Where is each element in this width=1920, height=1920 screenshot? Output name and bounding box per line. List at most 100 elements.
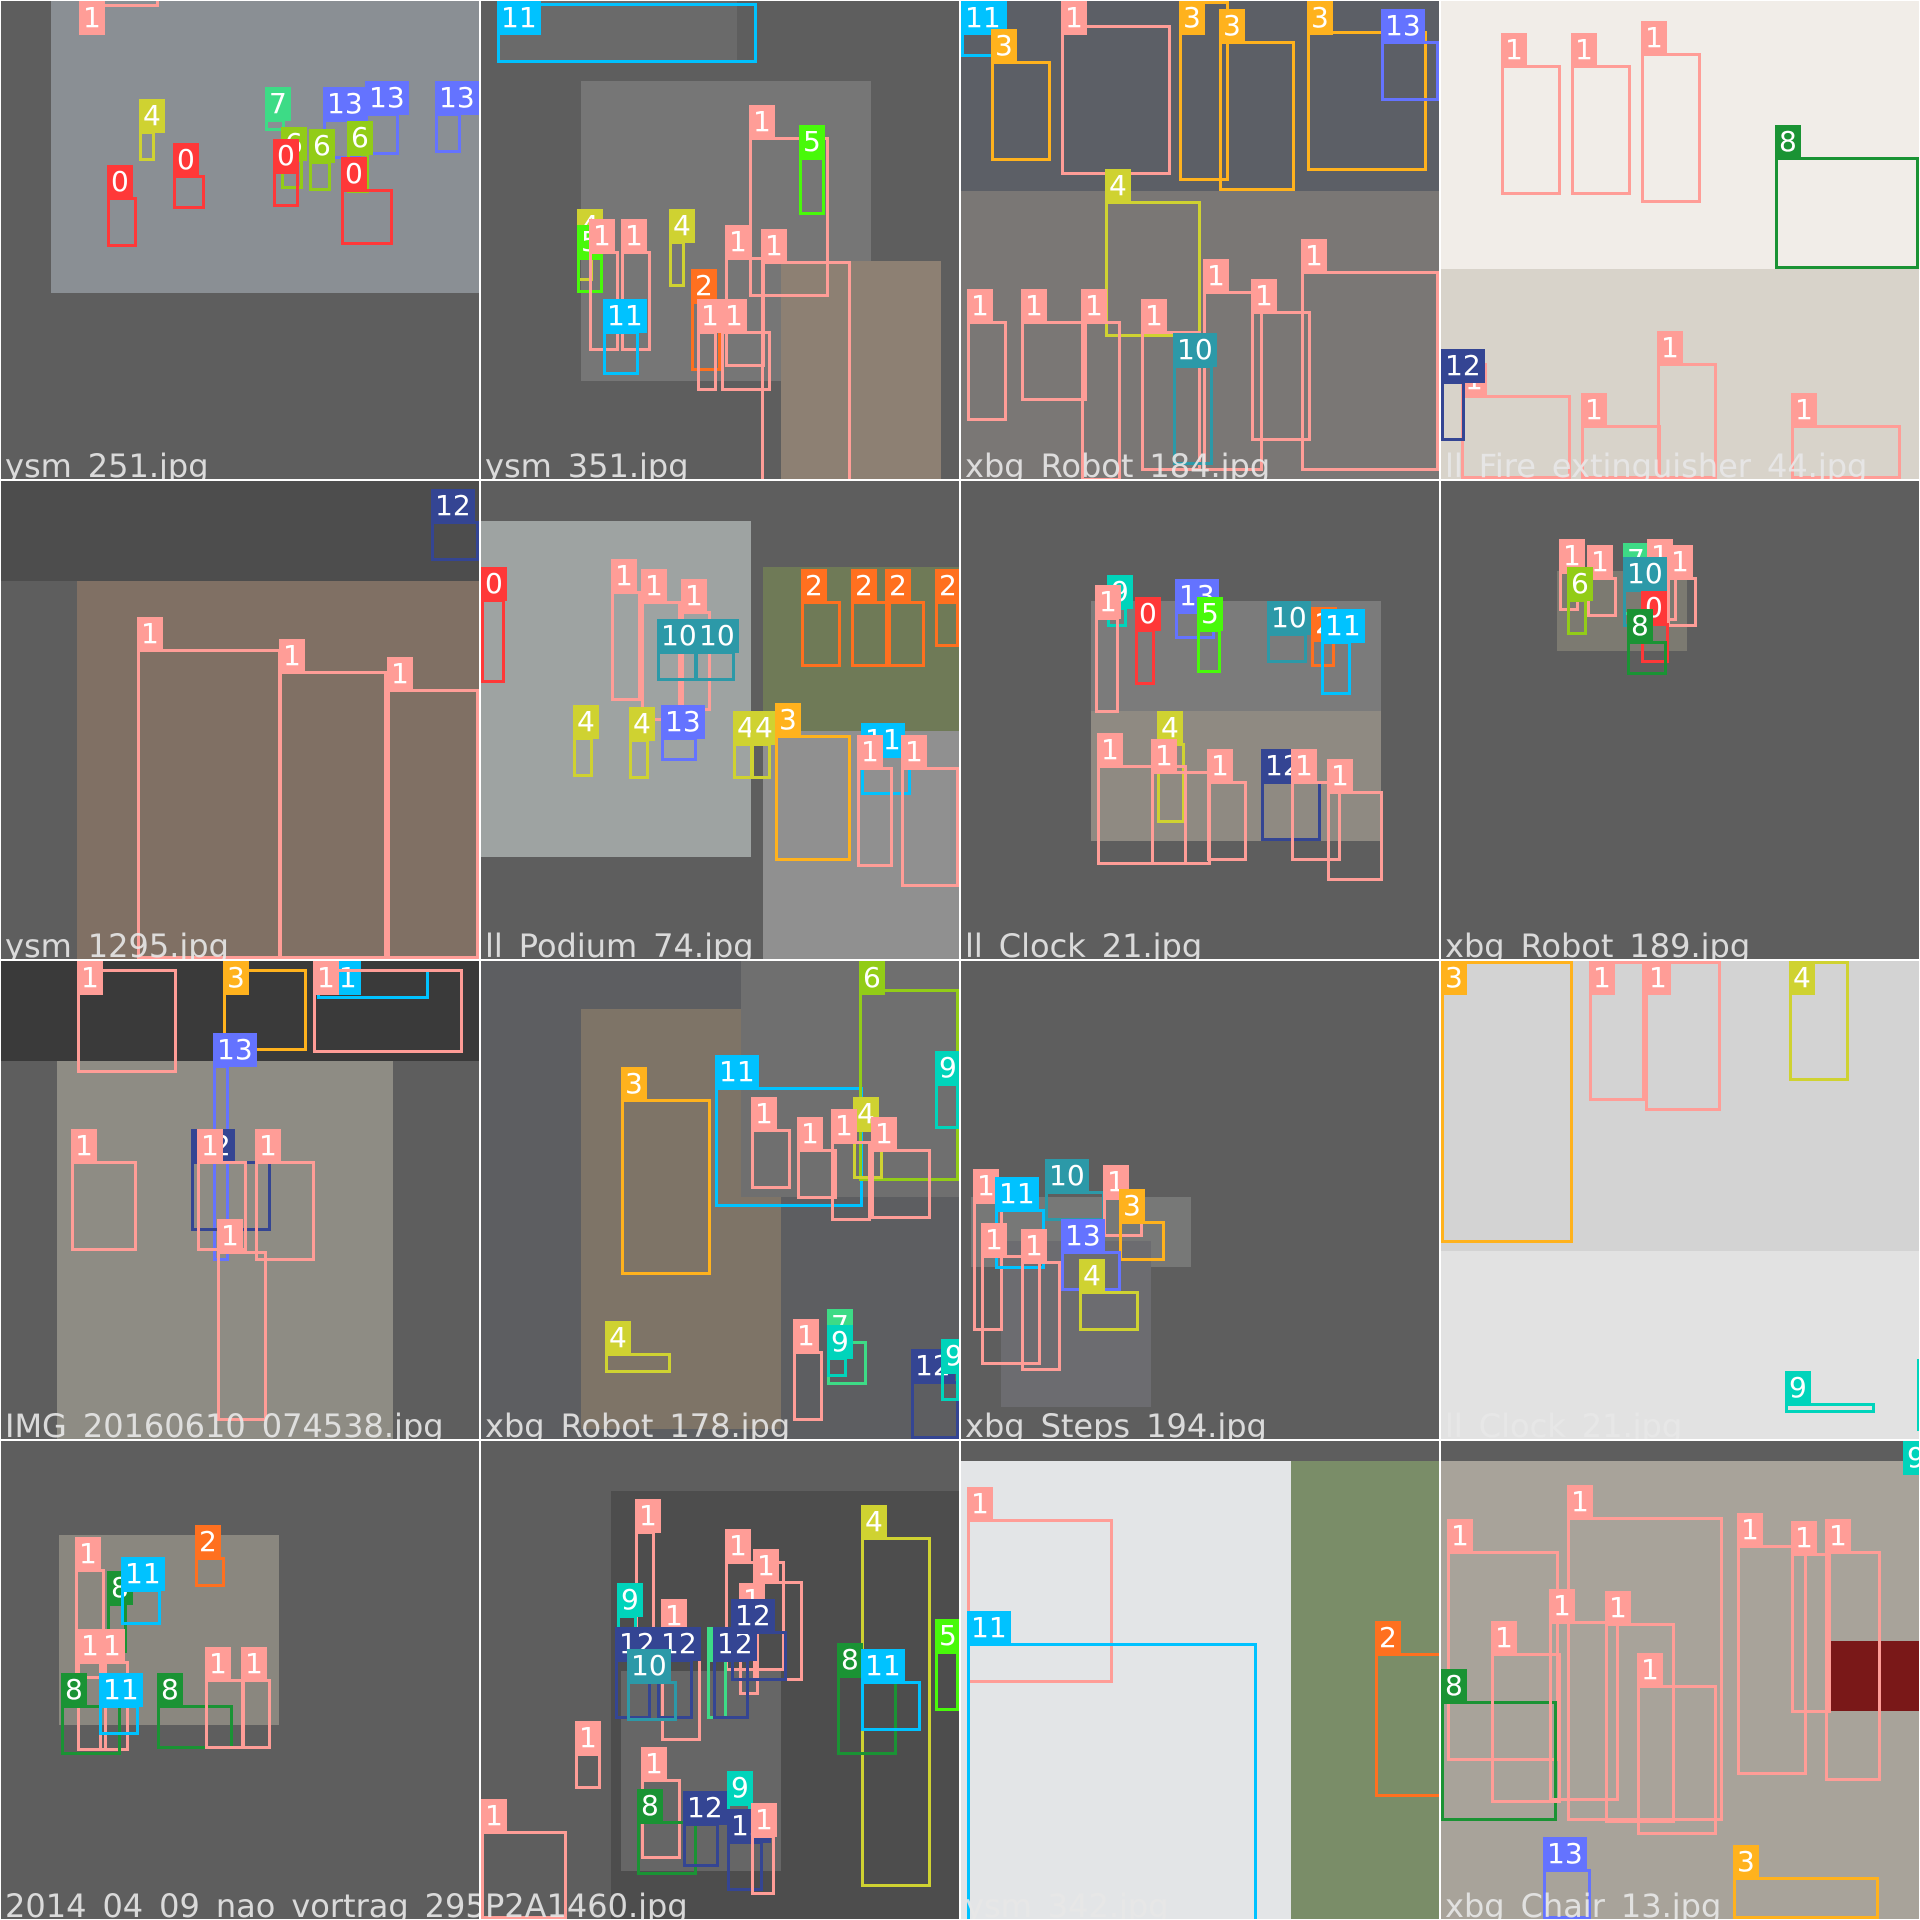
class-label: 1	[857, 735, 883, 769]
class-label: 0	[481, 567, 507, 601]
class-label: 1	[575, 1721, 601, 1755]
bounding-box	[1301, 271, 1439, 471]
bounding-box	[273, 171, 299, 207]
class-label: 13	[365, 81, 409, 115]
bounding-box	[1825, 1551, 1881, 1781]
image-filename: ysm_342.jpg	[965, 1887, 1169, 1919]
bounding-box	[611, 591, 641, 701]
image-filename: xbg_Chair_13.jpg	[1445, 1887, 1722, 1919]
class-label: 1	[1589, 961, 1615, 995]
class-label: 11	[1321, 609, 1365, 643]
class-label: 1	[967, 1487, 993, 1521]
bounding-box	[935, 601, 959, 647]
class-label: 11	[861, 1649, 905, 1683]
bounding-box	[799, 157, 825, 215]
mosaic-tile: 1118111112ll_Fire_extinguisher_44.jpg	[1441, 1, 1919, 479]
class-label: 1	[589, 219, 615, 253]
bounding-box	[431, 521, 479, 561]
class-label: 1	[981, 1223, 1007, 1257]
image-filename: ll_Clock_21.jpg	[965, 927, 1203, 959]
class-label: 1	[1605, 1591, 1631, 1625]
image-filename: xbg_Robot_184.jpg	[965, 447, 1271, 479]
class-label: 1	[621, 219, 647, 253]
class-label: 3	[1307, 1, 1333, 35]
bounding-box	[941, 1371, 959, 1401]
class-label: 1	[641, 569, 667, 603]
class-label: 12	[1441, 349, 1485, 383]
class-label: 1	[1791, 1521, 1817, 1555]
class-label: 13	[1543, 1837, 1587, 1871]
class-label: 1	[1549, 1589, 1575, 1623]
bounding-box	[1219, 41, 1295, 191]
class-label: 1	[725, 225, 751, 259]
image-filename: ysm_351.jpg	[485, 447, 689, 479]
class-label: 2	[885, 569, 911, 603]
bounding-box	[885, 601, 925, 667]
bounding-box	[793, 1351, 823, 1421]
bounding-box	[775, 735, 851, 861]
bounding-box	[751, 743, 771, 779]
class-label: 9	[727, 1771, 753, 1805]
class-label: 3	[1179, 1, 1205, 35]
class-label: 1	[313, 961, 339, 995]
image-filename: P2A1460.jpg	[485, 1887, 688, 1919]
bounding-box	[139, 131, 155, 161]
class-label: 11	[715, 1055, 759, 1089]
bounding-box	[901, 767, 959, 887]
mosaic-tile: 11 1 3 3 3 3 13 4 1 1 1 1 1 1 10 1 xbg_Robot_184.jpg	[961, 1, 1439, 479]
bounding-box	[573, 737, 593, 777]
bounding-box	[1135, 629, 1155, 685]
class-label: 8	[637, 1789, 663, 1823]
class-label: 10	[695, 619, 739, 653]
class-label: 1	[641, 1747, 667, 1781]
mosaic-tile: 1311113112111IMG_20160610_074538.jpg	[1, 961, 479, 1439]
image-filename: ll_Fire_extinguisher_44.jpg	[1445, 447, 1868, 479]
bounding-box	[751, 1835, 775, 1895]
class-label: 2	[935, 569, 959, 603]
bounding-box	[1775, 157, 1919, 269]
bounding-box	[661, 737, 697, 761]
class-label: 13	[435, 81, 479, 115]
bounding-box	[1667, 577, 1697, 627]
class-label: 1	[1567, 1485, 1593, 1519]
mosaic-tile: 18112118118112014_04_09_nao_vortrag_295.…	[1, 1441, 479, 1919]
class-label: 1	[761, 229, 787, 263]
bounding-box	[1375, 1653, 1439, 1797]
class-label: 1	[751, 1097, 777, 1131]
class-label: 1	[77, 961, 103, 995]
class-label: 3	[1219, 9, 1245, 43]
class-label: 1	[725, 1529, 751, 1563]
class-label: 1	[1081, 289, 1107, 323]
bounding-box	[857, 767, 893, 867]
bounding-box	[721, 331, 771, 391]
class-label: 1	[99, 1629, 125, 1663]
bounding-box	[1381, 41, 1439, 101]
class-label: 1	[1097, 733, 1123, 767]
class-label: 7	[265, 87, 291, 121]
bounding-box	[255, 1161, 315, 1261]
class-label: 0	[107, 165, 133, 199]
class-label: 1	[197, 1129, 223, 1163]
class-label: 11	[99, 1673, 143, 1707]
bounding-box	[1045, 1191, 1105, 1221]
mosaic-tile: 3 11 4 9 9 ll_Clock_21.jpg	[1441, 961, 1919, 1439]
mosaic-tile: 31169411114791129xbg_Robot_178.jpg	[481, 961, 959, 1439]
class-label: 0	[273, 139, 299, 173]
class-label: 11	[121, 1557, 165, 1591]
bounding-box	[195, 1557, 225, 1587]
class-label: 1	[1207, 749, 1233, 783]
class-label: 10	[627, 1649, 671, 1683]
image-filename: ll_Clock_21.jpg	[1445, 1407, 1683, 1439]
image-filename: 2014_04_09_nao_vortrag_295.jpg	[5, 1887, 479, 1919]
bounding-box	[669, 241, 685, 287]
class-label: 1	[1825, 1519, 1851, 1553]
bounding-box	[967, 321, 1007, 421]
class-label: 2	[195, 1525, 221, 1559]
bounding-box	[991, 61, 1051, 161]
class-label: 4	[1789, 961, 1815, 995]
class-label: 8	[1775, 125, 1801, 159]
class-label: 12	[683, 1791, 727, 1825]
bounding-box	[1327, 791, 1383, 881]
class-label: 13	[1381, 9, 1425, 43]
bounding-box	[697, 331, 717, 391]
